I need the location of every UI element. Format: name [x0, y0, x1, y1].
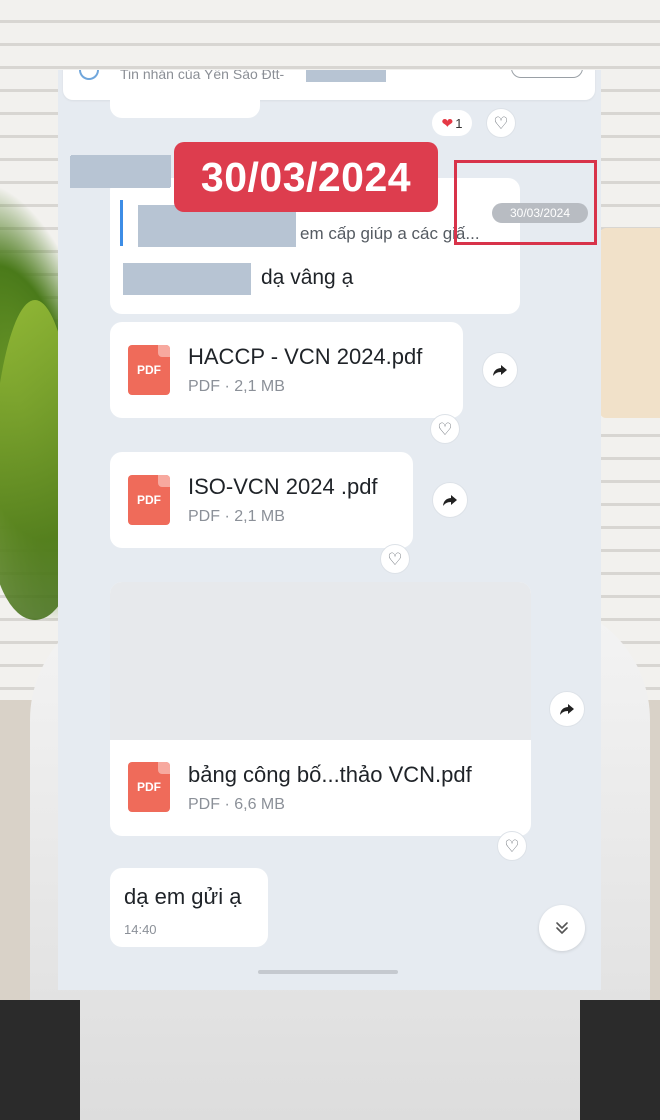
like-button[interactable]: ♡ — [497, 831, 527, 861]
heart-icon: ❤ — [441, 114, 454, 131]
share-button[interactable] — [482, 352, 518, 388]
like-button[interactable]: ♡ — [430, 414, 460, 444]
like-button[interactable]: ♡ — [380, 544, 410, 574]
background-lamp — [600, 228, 660, 418]
chat-bubble-icon — [79, 70, 99, 80]
scroll-to-bottom-button[interactable] — [539, 905, 585, 951]
pdf-file-icon: PDF — [128, 762, 170, 812]
share-button[interactable] — [549, 691, 585, 727]
file-message-card[interactable]: PDF ISO-VCN 2024 .pdf PDF · 2,1 MB — [110, 452, 413, 548]
message-time: 14:40 — [124, 922, 157, 937]
file-meta: PDF · 2,1 MB — [188, 508, 285, 525]
file-meta: PDF · 6,6 MB — [188, 796, 285, 813]
previous-message-bubble[interactable] — [110, 80, 260, 118]
timestamp-highlight-box — [454, 160, 597, 245]
heart-outline-icon: ♡ — [437, 419, 453, 439]
share-arrow-icon — [493, 365, 507, 376]
text-message-bubble[interactable]: dạ em gửi ạ 14:40 — [110, 868, 268, 947]
quote-bar — [120, 200, 123, 246]
redacted-name — [306, 70, 386, 82]
file-name: HACCP - VCN 2024.pdf — [188, 344, 423, 369]
file-meta: PDF · 2,1 MB — [188, 378, 285, 395]
pdf-file-icon: PDF — [128, 475, 170, 525]
pdf-file-icon: PDF — [128, 345, 170, 395]
share-arrow-icon — [560, 704, 574, 715]
quoted-message-text: em cấp giúp a các giấ... — [300, 224, 480, 243]
background-chair — [580, 1000, 660, 1120]
reply-message-text: dạ vâng ạ — [261, 266, 354, 289]
date-banner: 30/03/2024 — [174, 142, 438, 212]
share-arrow-icon — [443, 495, 457, 506]
file-preview-area — [110, 582, 531, 740]
share-button[interactable] — [432, 482, 468, 518]
file-message-card[interactable]: PDF HACCP - VCN 2024.pdf PDF · 2,1 MB — [110, 322, 463, 418]
file-message-card-with-preview[interactable]: PDF bảng công bố...thảo VCN.pdf PDF · 6,… — [110, 582, 531, 836]
home-indicator — [258, 970, 398, 974]
file-name: bảng công bố...thảo VCN.pdf — [188, 762, 472, 787]
heart-outline-icon: ♡ — [493, 113, 509, 133]
background-chair — [0, 1000, 80, 1120]
redacted-mention — [123, 263, 251, 295]
message-text: dạ em gửi ạ — [124, 884, 242, 909]
file-name: ISO-VCN 2024 .pdf — [188, 474, 378, 499]
reaction-count: 1 — [455, 115, 463, 131]
header-action-button[interactable] — [511, 70, 583, 78]
reaction-summary[interactable]: ❤ 1 — [432, 110, 472, 136]
double-chevron-down-icon — [556, 922, 568, 934]
like-button[interactable]: ♡ — [486, 108, 516, 138]
heart-outline-icon: ♡ — [504, 836, 520, 856]
redacted-sender-name — [71, 155, 171, 187]
heart-outline-icon: ♡ — [387, 549, 403, 569]
